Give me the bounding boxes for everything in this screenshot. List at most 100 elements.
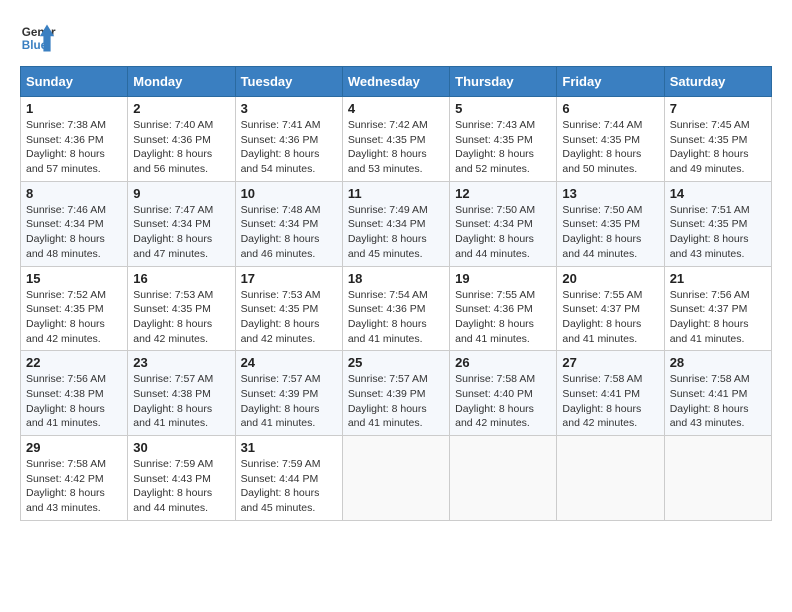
daylight-label: Daylight: 8 hours and 42 minutes. bbox=[26, 318, 105, 345]
sunrise-label: Sunrise: 7:56 AM bbox=[670, 289, 750, 301]
day-number: 29 bbox=[26, 440, 122, 455]
day-number: 19 bbox=[455, 271, 551, 286]
sunset-label: Sunset: 4:34 PM bbox=[26, 218, 104, 230]
calendar-day-11: 11 Sunrise: 7:49 AM Sunset: 4:34 PM Dayl… bbox=[342, 181, 449, 266]
empty-cell bbox=[664, 436, 771, 521]
sunset-label: Sunset: 4:35 PM bbox=[562, 218, 640, 230]
sunset-label: Sunset: 4:35 PM bbox=[348, 134, 426, 146]
sunrise-label: Sunrise: 7:40 AM bbox=[133, 119, 213, 131]
calendar-week-3: 15 Sunrise: 7:52 AM Sunset: 4:35 PM Dayl… bbox=[21, 266, 772, 351]
sunrise-label: Sunrise: 7:48 AM bbox=[241, 204, 321, 216]
day-number: 23 bbox=[133, 355, 229, 370]
daylight-label: Daylight: 8 hours and 48 minutes. bbox=[26, 233, 105, 260]
calendar-day-3: 3 Sunrise: 7:41 AM Sunset: 4:36 PM Dayli… bbox=[235, 97, 342, 182]
empty-cell bbox=[557, 436, 664, 521]
sunset-label: Sunset: 4:44 PM bbox=[241, 473, 319, 485]
sunrise-label: Sunrise: 7:57 AM bbox=[133, 373, 213, 385]
day-info: Sunrise: 7:58 AM Sunset: 4:41 PM Dayligh… bbox=[670, 372, 766, 431]
calendar-day-5: 5 Sunrise: 7:43 AM Sunset: 4:35 PM Dayli… bbox=[450, 97, 557, 182]
day-number: 20 bbox=[562, 271, 658, 286]
sunrise-label: Sunrise: 7:42 AM bbox=[348, 119, 428, 131]
calendar-day-20: 20 Sunrise: 7:55 AM Sunset: 4:37 PM Dayl… bbox=[557, 266, 664, 351]
sunset-label: Sunset: 4:35 PM bbox=[455, 134, 533, 146]
day-info: Sunrise: 7:59 AM Sunset: 4:43 PM Dayligh… bbox=[133, 457, 229, 516]
day-number: 18 bbox=[348, 271, 444, 286]
sunset-label: Sunset: 4:35 PM bbox=[241, 303, 319, 315]
day-info: Sunrise: 7:57 AM Sunset: 4:39 PM Dayligh… bbox=[348, 372, 444, 431]
calendar-day-7: 7 Sunrise: 7:45 AM Sunset: 4:35 PM Dayli… bbox=[664, 97, 771, 182]
day-number: 17 bbox=[241, 271, 337, 286]
calendar-day-6: 6 Sunrise: 7:44 AM Sunset: 4:35 PM Dayli… bbox=[557, 97, 664, 182]
daylight-label: Daylight: 8 hours and 41 minutes. bbox=[26, 403, 105, 430]
daylight-label: Daylight: 8 hours and 43 minutes. bbox=[670, 233, 749, 260]
day-number: 2 bbox=[133, 101, 229, 116]
day-info: Sunrise: 7:51 AM Sunset: 4:35 PM Dayligh… bbox=[670, 203, 766, 262]
sunrise-label: Sunrise: 7:53 AM bbox=[133, 289, 213, 301]
daylight-label: Daylight: 8 hours and 50 minutes. bbox=[562, 148, 641, 175]
sunset-label: Sunset: 4:35 PM bbox=[133, 303, 211, 315]
day-info: Sunrise: 7:55 AM Sunset: 4:37 PM Dayligh… bbox=[562, 288, 658, 347]
sunrise-label: Sunrise: 7:57 AM bbox=[348, 373, 428, 385]
logo: General Blue bbox=[20, 20, 56, 56]
day-number: 5 bbox=[455, 101, 551, 116]
sunset-label: Sunset: 4:42 PM bbox=[26, 473, 104, 485]
sunrise-label: Sunrise: 7:55 AM bbox=[562, 289, 642, 301]
daylight-label: Daylight: 8 hours and 41 minutes. bbox=[241, 403, 320, 430]
daylight-label: Daylight: 8 hours and 46 minutes. bbox=[241, 233, 320, 260]
calendar-day-13: 13 Sunrise: 7:50 AM Sunset: 4:35 PM Dayl… bbox=[557, 181, 664, 266]
calendar-day-28: 28 Sunrise: 7:58 AM Sunset: 4:41 PM Dayl… bbox=[664, 351, 771, 436]
calendar-day-12: 12 Sunrise: 7:50 AM Sunset: 4:34 PM Dayl… bbox=[450, 181, 557, 266]
sunset-label: Sunset: 4:43 PM bbox=[133, 473, 211, 485]
calendar-week-5: 29 Sunrise: 7:58 AM Sunset: 4:42 PM Dayl… bbox=[21, 436, 772, 521]
daylight-label: Daylight: 8 hours and 56 minutes. bbox=[133, 148, 212, 175]
logo-icon: General Blue bbox=[20, 20, 56, 56]
daylight-label: Daylight: 8 hours and 43 minutes. bbox=[26, 487, 105, 514]
day-number: 4 bbox=[348, 101, 444, 116]
empty-cell bbox=[342, 436, 449, 521]
sunset-label: Sunset: 4:36 PM bbox=[241, 134, 319, 146]
page-header: General Blue bbox=[20, 20, 772, 56]
day-info: Sunrise: 7:41 AM Sunset: 4:36 PM Dayligh… bbox=[241, 118, 337, 177]
calendar-day-10: 10 Sunrise: 7:48 AM Sunset: 4:34 PM Dayl… bbox=[235, 181, 342, 266]
day-info: Sunrise: 7:55 AM Sunset: 4:36 PM Dayligh… bbox=[455, 288, 551, 347]
calendar-day-23: 23 Sunrise: 7:57 AM Sunset: 4:38 PM Dayl… bbox=[128, 351, 235, 436]
day-info: Sunrise: 7:43 AM Sunset: 4:35 PM Dayligh… bbox=[455, 118, 551, 177]
daylight-label: Daylight: 8 hours and 44 minutes. bbox=[562, 233, 641, 260]
day-number: 15 bbox=[26, 271, 122, 286]
sunrise-label: Sunrise: 7:59 AM bbox=[241, 458, 321, 470]
sunset-label: Sunset: 4:37 PM bbox=[562, 303, 640, 315]
sunrise-label: Sunrise: 7:59 AM bbox=[133, 458, 213, 470]
sunrise-label: Sunrise: 7:51 AM bbox=[670, 204, 750, 216]
calendar-day-21: 21 Sunrise: 7:56 AM Sunset: 4:37 PM Dayl… bbox=[664, 266, 771, 351]
sunset-label: Sunset: 4:34 PM bbox=[133, 218, 211, 230]
col-header-friday: Friday bbox=[557, 67, 664, 97]
sunrise-label: Sunrise: 7:49 AM bbox=[348, 204, 428, 216]
calendar-day-30: 30 Sunrise: 7:59 AM Sunset: 4:43 PM Dayl… bbox=[128, 436, 235, 521]
calendar-day-31: 31 Sunrise: 7:59 AM Sunset: 4:44 PM Dayl… bbox=[235, 436, 342, 521]
calendar-header-row: SundayMondayTuesdayWednesdayThursdayFrid… bbox=[21, 67, 772, 97]
daylight-label: Daylight: 8 hours and 47 minutes. bbox=[133, 233, 212, 260]
sunrise-label: Sunrise: 7:43 AM bbox=[455, 119, 535, 131]
day-info: Sunrise: 7:49 AM Sunset: 4:34 PM Dayligh… bbox=[348, 203, 444, 262]
sunset-label: Sunset: 4:34 PM bbox=[455, 218, 533, 230]
day-number: 22 bbox=[26, 355, 122, 370]
day-info: Sunrise: 7:52 AM Sunset: 4:35 PM Dayligh… bbox=[26, 288, 122, 347]
day-number: 8 bbox=[26, 186, 122, 201]
sunrise-label: Sunrise: 7:58 AM bbox=[26, 458, 106, 470]
daylight-label: Daylight: 8 hours and 52 minutes. bbox=[455, 148, 534, 175]
col-header-sunday: Sunday bbox=[21, 67, 128, 97]
day-number: 28 bbox=[670, 355, 766, 370]
calendar-day-8: 8 Sunrise: 7:46 AM Sunset: 4:34 PM Dayli… bbox=[21, 181, 128, 266]
calendar-day-25: 25 Sunrise: 7:57 AM Sunset: 4:39 PM Dayl… bbox=[342, 351, 449, 436]
day-number: 21 bbox=[670, 271, 766, 286]
sunrise-label: Sunrise: 7:50 AM bbox=[455, 204, 535, 216]
daylight-label: Daylight: 8 hours and 41 minutes. bbox=[455, 318, 534, 345]
sunrise-label: Sunrise: 7:52 AM bbox=[26, 289, 106, 301]
empty-cell bbox=[450, 436, 557, 521]
calendar-day-4: 4 Sunrise: 7:42 AM Sunset: 4:35 PM Dayli… bbox=[342, 97, 449, 182]
sunrise-label: Sunrise: 7:57 AM bbox=[241, 373, 321, 385]
sunset-label: Sunset: 4:38 PM bbox=[26, 388, 104, 400]
sunrise-label: Sunrise: 7:46 AM bbox=[26, 204, 106, 216]
day-info: Sunrise: 7:58 AM Sunset: 4:41 PM Dayligh… bbox=[562, 372, 658, 431]
sunrise-label: Sunrise: 7:45 AM bbox=[670, 119, 750, 131]
